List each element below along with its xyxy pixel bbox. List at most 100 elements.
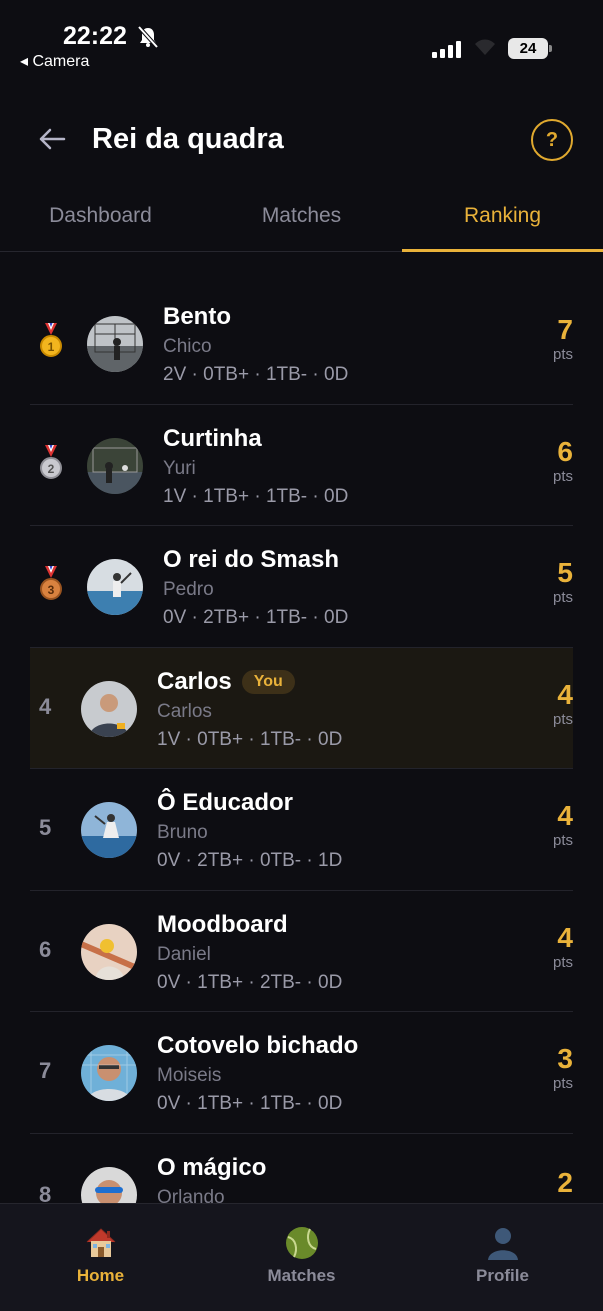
team-name: Ô Educador [157, 789, 294, 816]
page-title: Rei da quadra [92, 123, 284, 155]
points: 4 pts [513, 922, 573, 971]
team-stats: 0V · 1TB+ · 2TB- · 0D [157, 971, 343, 993]
house-icon [86, 1228, 115, 1257]
tab-bar: Dashboard Matches Ranking [0, 190, 603, 252]
rank-number: 4 [39, 693, 52, 719]
help-button[interactable]: ? [531, 119, 573, 161]
points: 2 [513, 1167, 573, 1199]
points-label: pts [552, 1075, 573, 1092]
avatar [87, 559, 143, 615]
tennis-ball-icon [285, 1227, 318, 1259]
svg-text:3: 3 [48, 583, 55, 597]
row-info: Moodboard Daniel 0V · 1TB+ · 2TB- · 0D [157, 911, 342, 994]
team-name: Curtinha [163, 424, 262, 452]
points-label: pts [552, 467, 573, 485]
avatar [87, 437, 143, 494]
gold-medal-icon: 1 [40, 323, 62, 357]
rank-number: 6 [39, 936, 52, 962]
points: 6 pts [513, 436, 573, 485]
ranking-row[interactable]: 6 Moodboard Daniel 0V · 1TB+ · 2TB- · 0D… [30, 891, 573, 1012]
bell-muted-icon [138, 26, 158, 48]
avatar [87, 316, 143, 372]
player-name: Bruno [157, 822, 208, 843]
team-name: O mágico [157, 1153, 267, 1181]
tab-matches[interactable]: Matches [201, 190, 402, 251]
points-value: 4 [557, 678, 573, 710]
avatar [81, 1166, 137, 1203]
team-name: O rei do Smash [163, 546, 340, 573]
back-arrow-icon[interactable] [37, 124, 67, 154]
nav-home-label: Home [76, 1266, 125, 1285]
player-name: Chico [163, 336, 212, 357]
points-value: 5 [557, 557, 573, 588]
ranking-list: 1 Bento Chico 2V · 0TB+ · 1TB- · 0D 7 pt… [30, 283, 573, 1203]
bottom-nav: Home Matches Profile [0, 1203, 603, 1311]
rank-number: 7 [39, 1058, 52, 1083]
points-value: 3 [557, 1043, 573, 1074]
team-stats: 0V · 1TB+ · 1TB- · 0D [157, 1093, 343, 1114]
team-stats: 2V · 0TB+ · 1TB- · 0D [163, 364, 349, 385]
nav-matches[interactable]: Matches [201, 1204, 402, 1311]
rank-number: 8 [39, 1181, 52, 1204]
ranking-row[interactable]: 1 Bento Chico 2V · 0TB+ · 1TB- · 0D 7 pt… [30, 283, 573, 405]
points-label: pts [552, 832, 573, 849]
nav-profile-label: Profile [476, 1266, 529, 1285]
player-name: Orlando [157, 1186, 225, 1204]
battery-icon: 24 [508, 38, 552, 59]
help-icon: ? [545, 128, 559, 151]
nav-matches-label: Matches [267, 1266, 336, 1285]
status-bar: 22:22 ◂ Camera 24 [0, 0, 603, 80]
ranking-row[interactable]: 3 O rei do Smash Pedro 0V · 2TB+ · 1TB- … [30, 526, 573, 648]
points-label: pts [552, 346, 573, 363]
status-time: 22:22 [63, 22, 127, 50]
player-name: Carlos [157, 700, 212, 722]
row-info: Bento Chico 2V · 0TB+ · 1TB- · 0D [163, 303, 348, 386]
points-value: 7 [557, 314, 573, 345]
ranking-row[interactable]: 8 O mágico Orlando 2 [30, 1134, 573, 1204]
points: 5 pts [513, 557, 573, 606]
row-info: Ô Educador Bruno 0V · 2TB+ · 0TB- · 1D [157, 789, 342, 872]
ranking-row[interactable]: 2 Curtinha Yuri 1V · 1TB+ · 1TB- · 0D 6 … [30, 405, 573, 526]
ranking-row[interactable]: 7 Cotovelo bichado Moiseis 0V · 1TB+ · 1… [30, 1012, 573, 1134]
team-name: Moodboard [157, 910, 288, 938]
avatar [81, 923, 137, 980]
player-name: Yuri [163, 457, 196, 479]
points-value: 2 [557, 1166, 573, 1198]
rank-number: 5 [39, 815, 52, 840]
team-stats: 0V · 2TB+ · 0TB- · 1D [157, 850, 343, 871]
points: 7 pts [513, 314, 573, 363]
points-label: pts [552, 710, 573, 728]
points: 4 pts [513, 800, 573, 849]
team-stats: 0V · 2TB+ · 1TB- · 0D [163, 607, 349, 628]
signal-icon [432, 40, 461, 58]
points-value: 4 [557, 800, 573, 831]
avatar [81, 1045, 137, 1101]
avatar [81, 680, 137, 737]
row-info: Cotovelo bichado Moiseis 0V · 1TB+ · 1TB… [157, 1032, 358, 1115]
you-badge: You [241, 669, 295, 694]
back-to-camera-link[interactable]: ◂ Camera [20, 51, 89, 71]
points-value: 6 [557, 435, 573, 467]
row-info: O rei do Smash Pedro 0V · 2TB+ · 1TB- · … [163, 546, 348, 629]
bronze-medal-icon: 3 [40, 566, 62, 600]
nav-profile[interactable]: Profile [402, 1204, 603, 1311]
person-icon [487, 1228, 518, 1260]
points-label: pts [552, 589, 573, 606]
row-info: Carlos You Carlos 1V · 0TB+ · 1TB- · 0D [157, 668, 342, 751]
team-name: Cotovelo bichado [157, 1032, 359, 1059]
tab-dashboard[interactable]: Dashboard [0, 190, 201, 251]
team-stats: 1V · 1TB+ · 1TB- · 0D [163, 485, 349, 507]
player-name: Pedro [163, 579, 214, 600]
nav-home[interactable]: Home [0, 1204, 201, 1311]
team-name: Carlos [157, 667, 232, 695]
points: 4 pts [513, 679, 573, 728]
avatar [81, 802, 137, 858]
ranking-row-current-user[interactable]: 4 Carlos You Carlos 1V · 0TB+ · 1TB- · 0… [30, 647, 573, 769]
battery-level: 24 [519, 40, 537, 57]
ranking-row[interactable]: 5 Ô Educador Bruno 0V · 2TB+ · 0TB- · 1D… [30, 769, 573, 891]
silver-medal-icon: 2 [40, 444, 62, 479]
points: 3 pts [513, 1043, 573, 1092]
player-name: Moiseis [157, 1065, 222, 1086]
tab-ranking[interactable]: Ranking [402, 190, 603, 252]
row-info: Curtinha Yuri 1V · 1TB+ · 1TB- · 0D [163, 425, 348, 508]
